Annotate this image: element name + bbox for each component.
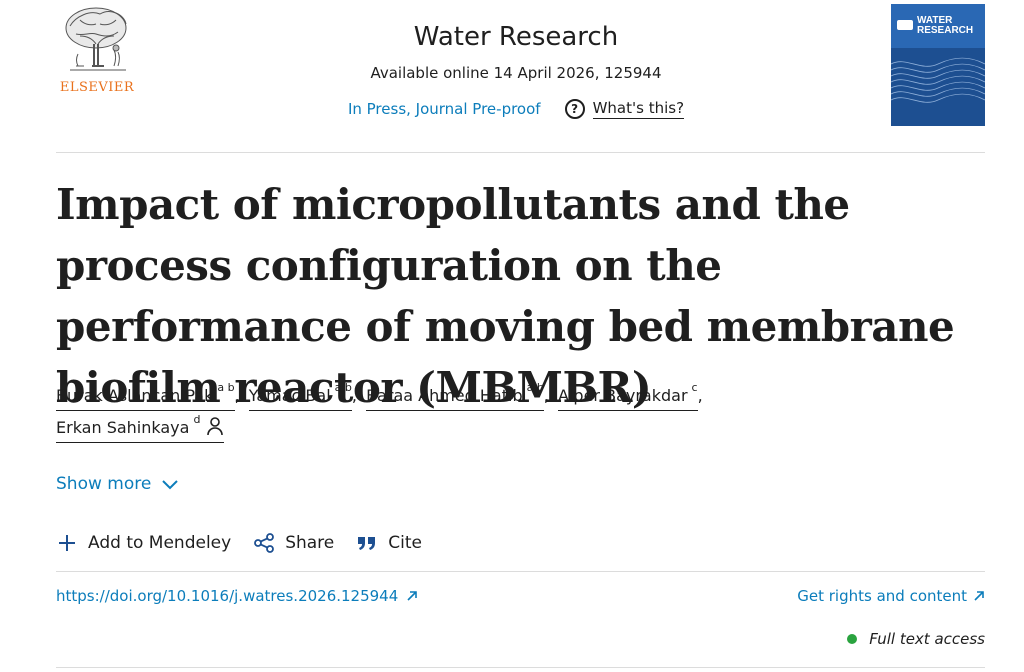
header-divider [56,152,985,153]
author-affiliation: a b [217,381,235,394]
author-name: Burak Aslancan Pak [56,386,214,405]
author-entry: Baraa Ahmed Hatib a b, [366,382,553,411]
external-link-icon [407,591,418,601]
author-list: Burak Aslancan Pak a b, Yamac Bal a b, Bar… [56,380,956,444]
actions-divider [56,571,985,572]
author-separator: , [697,386,703,405]
share-icon [254,533,275,553]
author-link[interactable]: Yamac Bal a b [248,381,352,411]
author-entry: Alper Bayrakdar c, [558,382,707,411]
author-link[interactable]: Erkan Sahinkaya d [56,413,225,443]
access-label: Full text access [869,630,985,648]
author-affiliation: c [691,381,698,394]
whats-this-button[interactable]: ? What's this? [564,99,685,119]
rights-text: Get rights and content [797,587,967,605]
cover-title: WATER RESEARCH [917,16,983,36]
cite-label: Cite [388,533,422,553]
author-entry: Erkan Sahinkaya d [56,414,225,443]
show-more-button[interactable]: Show more [56,474,179,494]
author-link[interactable]: Burak Aslancan Pak a b [56,381,235,411]
bottom-divider [56,667,985,668]
quote-icon [358,537,376,550]
author-entry: Burak Aslancan Pak a b, [56,382,244,411]
share-label: Share [285,533,335,553]
author-affiliation: d [193,413,201,426]
author-affiliation: a b [334,381,352,394]
show-more-label: Show more [56,474,152,494]
access-dot-icon [847,634,858,644]
cover-waves-icon [891,57,985,103]
plus-icon [59,535,75,551]
corresponding-author-icon [207,417,224,436]
mendeley-label: Add to Mendeley [88,533,232,553]
help-circle-icon: ? [564,99,585,119]
author-separator: , [543,386,549,405]
author-entry: Yamac Bal a b, [248,382,361,411]
share-button[interactable]: Share [253,532,334,554]
external-link-icon [974,591,984,601]
author-name: Alper Bayrakdar [558,386,688,405]
availability-date: Available online 14 April 2026, 125944 [370,64,662,82]
add-to-mendeley-button[interactable]: Add to Mendeley [56,532,231,554]
elsevier-logo[interactable]: ELSEVIER [52,4,142,96]
article-actions: Add to Mendeley Share Cite [56,528,422,558]
journal-status-row: In Press, Journal Pre-proof ? What's thi… [300,96,732,122]
in-press-link[interactable]: In Press, Journal Pre-proof [348,100,541,118]
author-affiliation: a b [526,381,544,394]
author-name: Baraa Ahmed Hatib [366,386,523,405]
author-name: Yamac Bal [248,386,331,405]
journal-title[interactable]: Water Research [300,20,732,54]
cover-title-line2: RESEARCH [917,25,974,36]
author-separator: , [351,386,357,405]
author-link[interactable]: Baraa Ahmed Hatib a b [366,381,544,411]
author-separator: , [234,386,240,405]
journal-cover-image[interactable]: WATER RESEARCH [891,4,985,126]
access-status: Full text access [847,630,985,648]
author-name: Erkan Sahinkaya [56,418,190,437]
chevron-down-icon [162,480,179,490]
cite-button[interactable]: Cite [356,532,422,554]
doi-link[interactable]: https://doi.org/10.1016/j.watres.2026.12… [56,587,418,605]
journal-header: Water Research Available online 14 April… [300,20,732,84]
rights-and-content-link[interactable]: Get rights and content [797,587,985,605]
publisher-name: ELSEVIER [59,80,135,95]
iwa-logo-icon [897,20,913,30]
author-link[interactable]: Alper Bayrakdar c [558,381,698,411]
whats-this-label: What's this? [592,99,685,119]
doi-text: https://doi.org/10.1016/j.watres.2026.12… [56,587,399,605]
elsevier-tree-icon [65,7,127,71]
